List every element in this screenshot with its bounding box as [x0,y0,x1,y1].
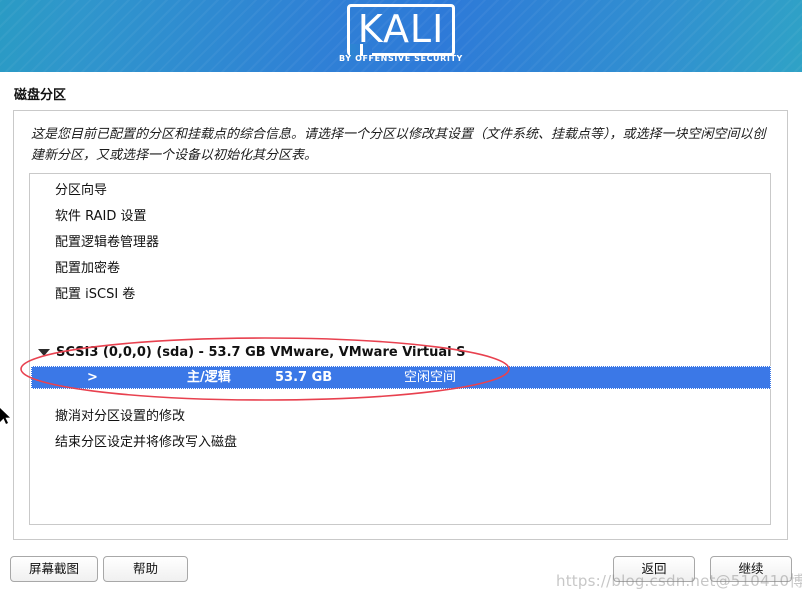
list-item-finish-partitioning[interactable]: 结束分区设定并将修改写入磁盘 [30,432,770,454]
partition-listbox[interactable]: 分区向导 软件 RAID 设置 配置逻辑卷管理器 配置加密卷 配置 iSCSI … [29,173,771,525]
kali-logo: KALI BY OFFENSIVE SECURITY [339,4,463,68]
partition-marker: > [87,370,98,385]
list-item-partition-wizard[interactable]: 分区向导 [30,180,770,202]
list-item-label: 结束分区设定并将修改写入磁盘 [55,435,238,450]
disk-label: SCSI3 (0,0,0) (sda) - 53.7 GB VMware, VM… [56,345,466,360]
kali-header-banner: KALI BY OFFENSIVE SECURITY [0,0,802,72]
logo-wordmark: KALI [357,7,445,51]
panel-description: 这是您目前已配置的分区和挂载点的综合信息。请选择一个分区以修改其设置（文件系统、… [31,127,766,163]
list-item-label: 配置加密卷 [55,261,121,276]
partition-size: 53.7 GB [275,370,333,385]
screenshot-button[interactable]: 屏幕截图 [10,556,98,582]
partition-type: 主/逻辑 [187,370,231,385]
mouse-cursor-icon [0,408,10,424]
list-item-lvm-config[interactable]: 配置逻辑卷管理器 [30,232,770,254]
list-item-encrypted-volumes[interactable]: 配置加密卷 [30,258,770,280]
partition-filesystem: 空闲空间 [404,370,457,385]
table-row-free-space[interactable]: > 主/逻辑 53.7 GB 空闲空间 [31,366,771,389]
list-item-label: 软件 RAID 设置 [55,209,147,224]
disk-header-row[interactable]: SCSI3 (0,0,0) (sda) - 53.7 GB VMware, VM… [30,342,770,364]
list-item-label: 配置逻辑卷管理器 [55,235,160,250]
list-item-label: 配置 iSCSI 卷 [55,287,136,302]
list-item-label: 撤消对分区设置的修改 [55,409,186,424]
watermark-text: https://blog.csdn.net@510410博客 [556,572,802,590]
list-item-iscsi-volumes[interactable]: 配置 iSCSI 卷 [30,284,770,306]
list-item-label: 分区向导 [55,183,108,198]
help-button[interactable]: 帮助 [103,556,188,582]
list-item-undo-changes[interactable]: 撤消对分区设置的修改 [30,406,770,428]
logo-tagline: BY OFFENSIVE SECURITY [339,54,463,63]
list-item-software-raid[interactable]: 软件 RAID 设置 [30,206,770,228]
page-title: 磁盘分区 [14,88,67,103]
partition-panel: 这是您目前已配置的分区和挂载点的综合信息。请选择一个分区以修改其设置（文件系统、… [13,110,788,540]
chevron-down-icon[interactable] [38,349,50,356]
